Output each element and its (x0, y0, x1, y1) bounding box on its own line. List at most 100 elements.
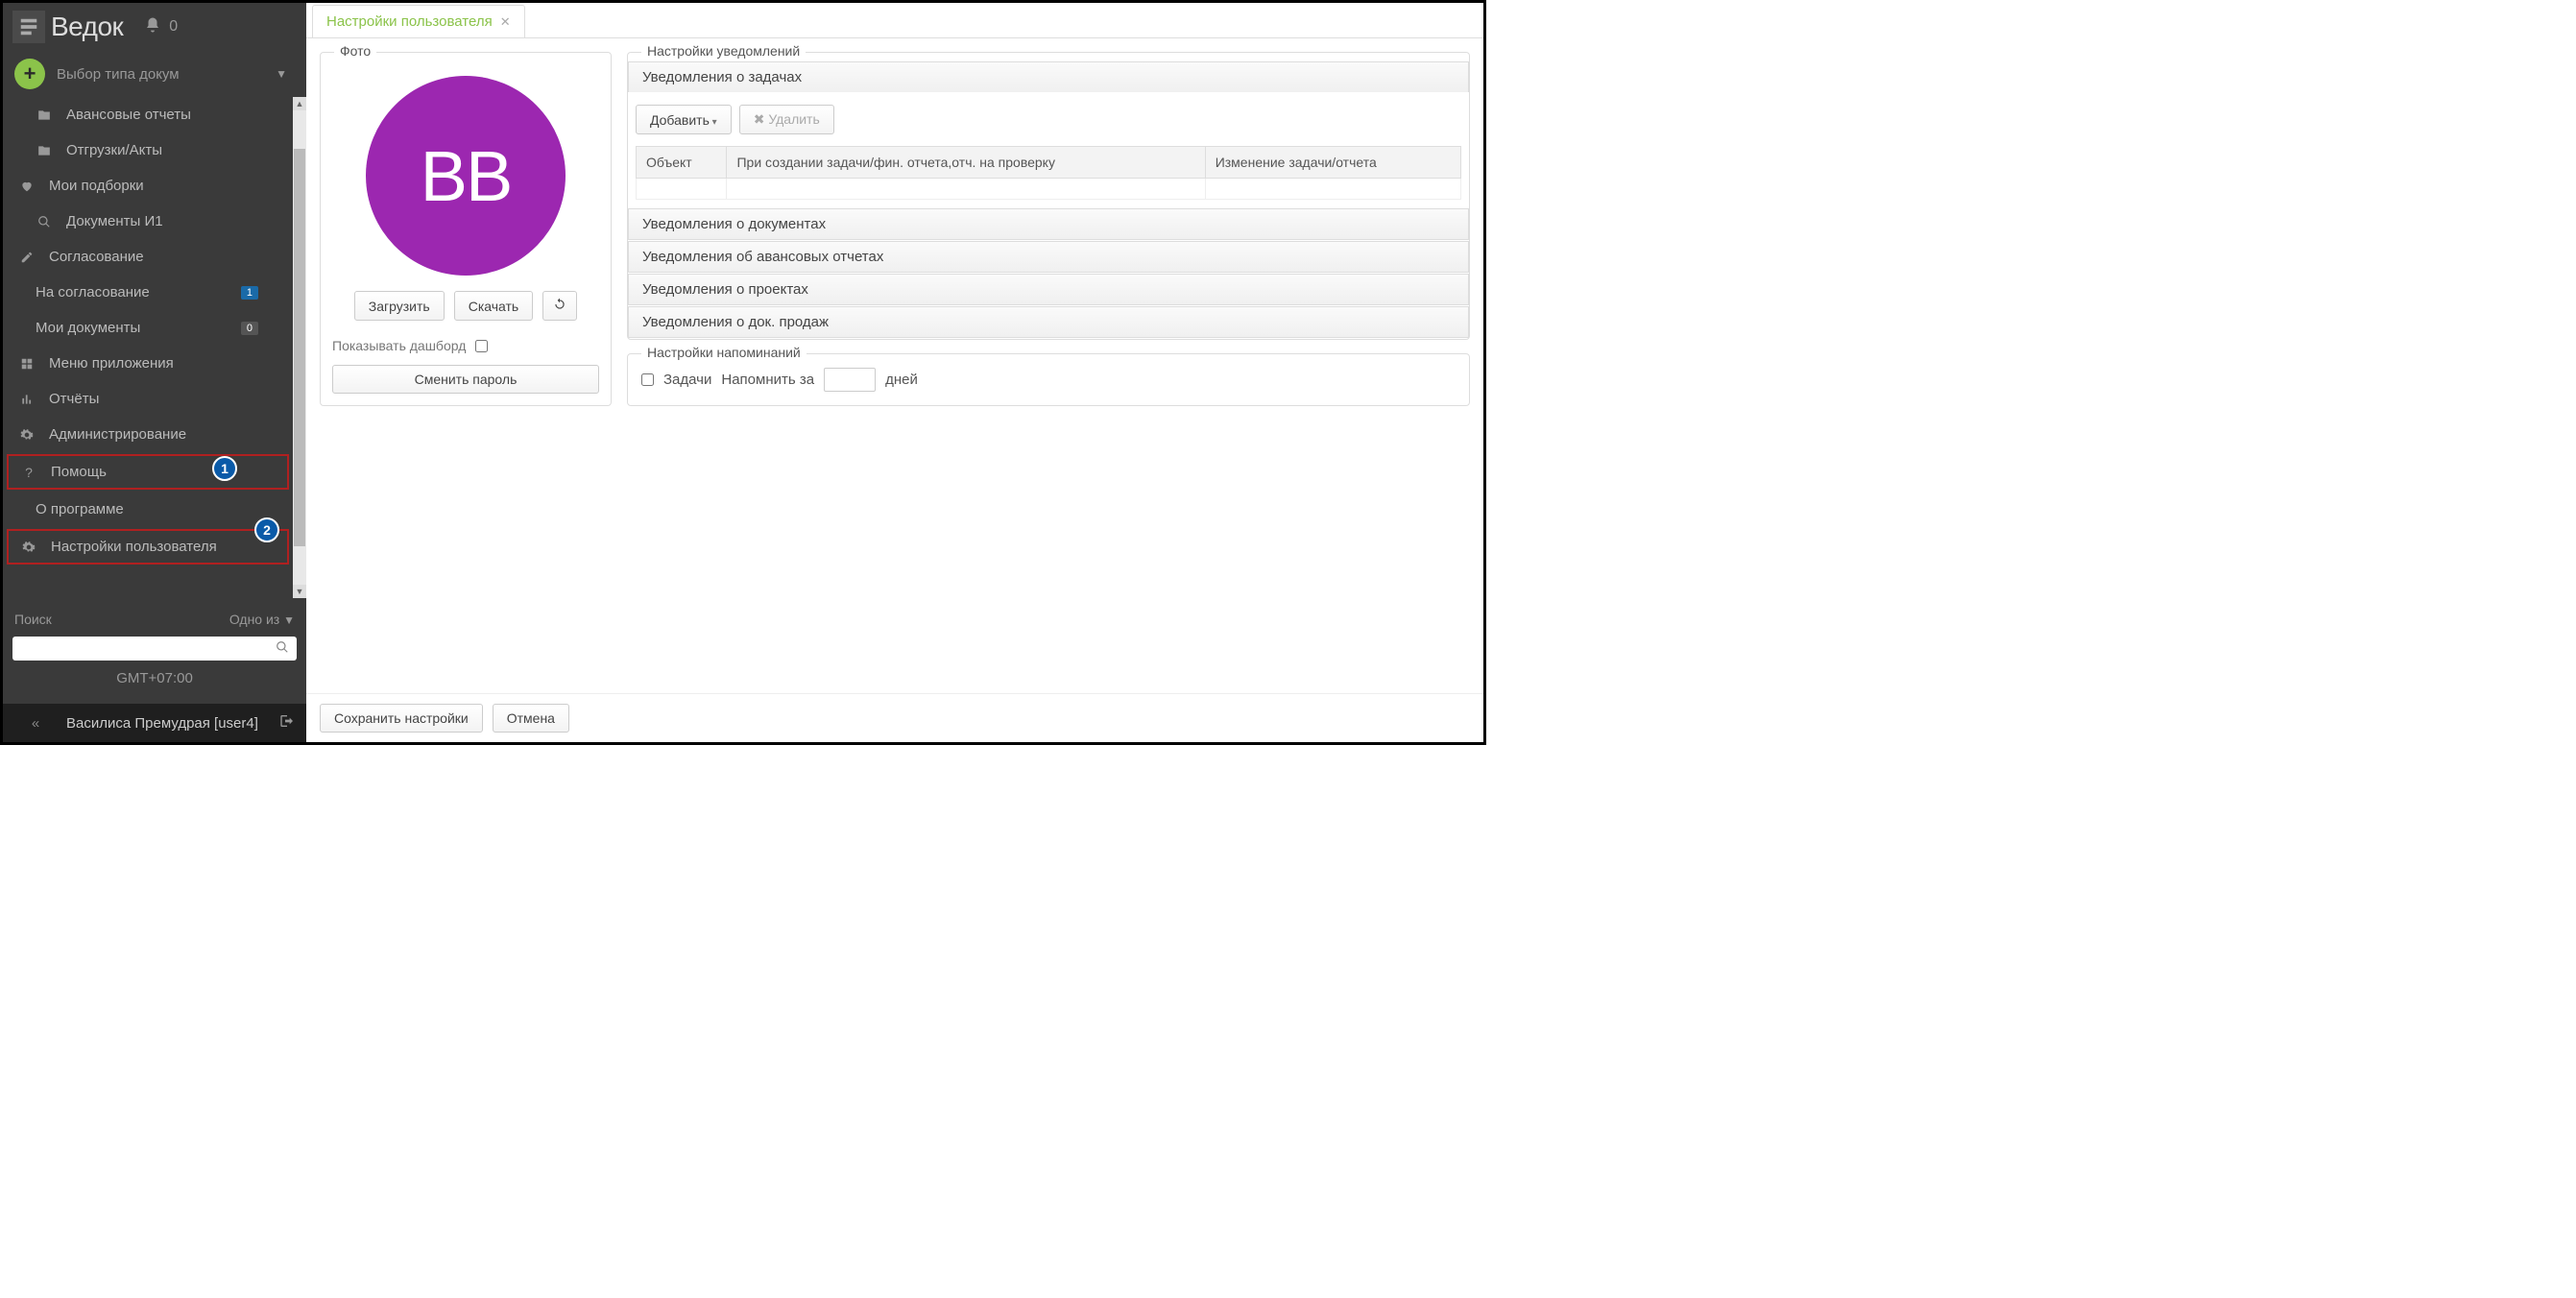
sidebar-item-admin[interactable]: Администрирование (3, 417, 293, 452)
doc-type-label: Выбор типа докум (57, 66, 180, 83)
notifications-bell[interactable]: 0 (144, 16, 178, 38)
accordion-tasks[interactable]: Уведомления о задачах (628, 61, 1469, 92)
sidebar-item-about[interactable]: О программе (3, 492, 293, 527)
doc-type-select[interactable]: Выбор типа докум ▼ (57, 66, 295, 83)
refresh-icon (553, 299, 566, 314)
sidebar-scrollbar[interactable]: ▲ ▼ (293, 97, 306, 598)
col-on-change[interactable]: Изменение задачи/отчета (1205, 147, 1460, 179)
x-icon: ✖ (754, 111, 769, 127)
sidebar-item-my-docs[interactable]: Мои документы 0 (3, 310, 293, 346)
gears-icon (18, 428, 36, 442)
accordion-documents[interactable]: Уведомления о документах (628, 208, 1469, 240)
sidebar-nav: Авансовые отчеты Отгрузки/Акты Мои подбо… (3, 97, 293, 598)
sidebar-bottom: Поиск Одно из ▼ GMT+07:00 (3, 598, 306, 704)
current-user-label: Василиса Премудрая [user4] (66, 715, 270, 732)
col-object[interactable]: Объект (637, 147, 727, 179)
chevron-down-icon: ▼ (276, 67, 287, 81)
sidebar-item-help[interactable]: ? Помощь (7, 454, 289, 490)
sidebar-item-label: На согласование (36, 284, 150, 300)
scroll-up-arrow[interactable]: ▲ (293, 97, 306, 110)
search-icon[interactable] (276, 640, 289, 657)
add-button[interactable]: + (14, 59, 45, 89)
col-on-create[interactable]: При создании задачи/фин. отчета,отч. на … (727, 147, 1205, 179)
save-button[interactable]: Сохранить настройки (320, 704, 483, 733)
cancel-button[interactable]: Отмена (493, 704, 569, 733)
sidebar-header: Ведок 0 (3, 3, 306, 51)
reminders-legend: Настройки напоминаний (641, 345, 807, 360)
collapse-sidebar-button[interactable]: « (14, 715, 57, 732)
upload-button[interactable]: Загрузить (354, 291, 445, 321)
remind-in-label: Напомнить за (721, 372, 814, 388)
accordion-projects[interactable]: Уведомления о проектах (628, 274, 1469, 305)
remind-days-input[interactable] (824, 368, 876, 392)
table-row[interactable] (637, 179, 1461, 200)
search-input[interactable] (20, 641, 276, 657)
user-row: « Василиса Премудрая [user4] (3, 704, 306, 742)
scroll-down-arrow[interactable]: ▼ (293, 585, 306, 598)
sidebar-item-advance-reports[interactable]: Авансовые отчеты (3, 97, 293, 132)
grid-icon (18, 357, 36, 371)
sidebar: Ведок 0 + Выбор типа докум ▼ (3, 3, 306, 742)
accordion-sales[interactable]: Уведомления о док. продаж (628, 306, 1469, 338)
sidebar-item-label: Мои документы (36, 320, 140, 336)
sidebar-item-favorites[interactable]: Мои подборки (3, 168, 293, 204)
callout-badge-1: 1 (212, 456, 237, 481)
notifications-legend: Настройки уведомлений (641, 43, 806, 59)
days-label: дней (885, 372, 918, 388)
sidebar-item-label: Отчёты (49, 391, 99, 407)
sidebar-item-shipments[interactable]: Отгрузки/Акты (3, 132, 293, 168)
scroll-track[interactable] (293, 110, 306, 585)
search-mode-select[interactable]: Одно из ▼ (229, 612, 295, 627)
logo[interactable]: Ведок (12, 11, 123, 43)
brand-text: Ведок (51, 12, 123, 42)
logout-icon[interactable] (279, 713, 295, 733)
add-notification-button[interactable]: Добавить (636, 105, 732, 134)
sidebar-item-user-settings[interactable]: Настройки пользователя (7, 529, 289, 565)
reminders-panel: Настройки напоминаний Задачи Напомнить з… (627, 353, 1470, 406)
sidebar-item-label: Мои подборки (49, 178, 144, 194)
notifications-table: Объект При создании задачи/фин. отчета,о… (636, 146, 1461, 200)
sidebar-item-label: Отгрузки/Акты (66, 142, 162, 158)
logo-icon (12, 11, 45, 43)
footer: Сохранить настройки Отмена (306, 693, 1483, 742)
show-dashboard-checkbox[interactable] (475, 340, 488, 352)
sidebar-item-label: Меню приложения (49, 355, 174, 372)
sidebar-item-to-approve[interactable]: На согласование 1 (3, 275, 293, 310)
callout-badge-2: 2 (254, 517, 279, 542)
sidebar-item-approval[interactable]: Согласование (3, 239, 293, 275)
tab-user-settings[interactable]: Настройки пользователя ✕ (312, 5, 525, 37)
download-button[interactable]: Скачать (454, 291, 534, 321)
heart-icon (18, 180, 36, 193)
photo-panel: Фото ВВ Загрузить Скачать Показывать даш… (320, 52, 612, 406)
sidebar-item-app-menu[interactable]: Меню приложения (3, 346, 293, 381)
sidebar-item-reports[interactable]: Отчёты (3, 381, 293, 417)
tab-bar: Настройки пользователя ✕ (306, 3, 1483, 38)
sidebar-item-label: Согласование (49, 249, 144, 265)
content: Фото ВВ Загрузить Скачать Показывать даш… (306, 38, 1483, 693)
sidebar-item-label: Авансовые отчеты (66, 107, 191, 123)
close-icon[interactable]: ✕ (500, 14, 511, 30)
tasks-reminder-checkbox[interactable] (641, 373, 654, 386)
gear-icon (20, 541, 37, 554)
sidebar-item-docs-i1[interactable]: Документы И1 (3, 204, 293, 239)
avatar: ВВ (366, 76, 566, 276)
refresh-button[interactable] (542, 291, 577, 321)
accordion-advance[interactable]: Уведомления об авансовых отчетах (628, 241, 1469, 273)
edit-icon (18, 251, 36, 264)
chart-icon (18, 393, 36, 406)
sidebar-item-label: Администрирование (49, 426, 186, 443)
folder-icon (36, 144, 53, 157)
show-dashboard-label: Показывать дашборд (332, 338, 466, 353)
scroll-thumb[interactable] (294, 149, 305, 547)
delete-notification-button[interactable]: ✖ Удалить (739, 105, 834, 134)
tab-label: Настройки пользователя (326, 13, 493, 30)
create-row: + Выбор типа докум ▼ (3, 51, 306, 97)
search-icon (36, 215, 53, 228)
sidebar-item-label: О программе (36, 501, 124, 517)
bell-icon (144, 16, 161, 38)
notif-count: 0 (169, 18, 178, 36)
change-password-button[interactable]: Сменить пароль (332, 365, 599, 394)
photo-legend: Фото (334, 43, 376, 59)
question-icon: ? (20, 465, 37, 480)
accordion-tasks-body: Добавить ✖ Удалить Объект При создании з… (628, 93, 1469, 207)
